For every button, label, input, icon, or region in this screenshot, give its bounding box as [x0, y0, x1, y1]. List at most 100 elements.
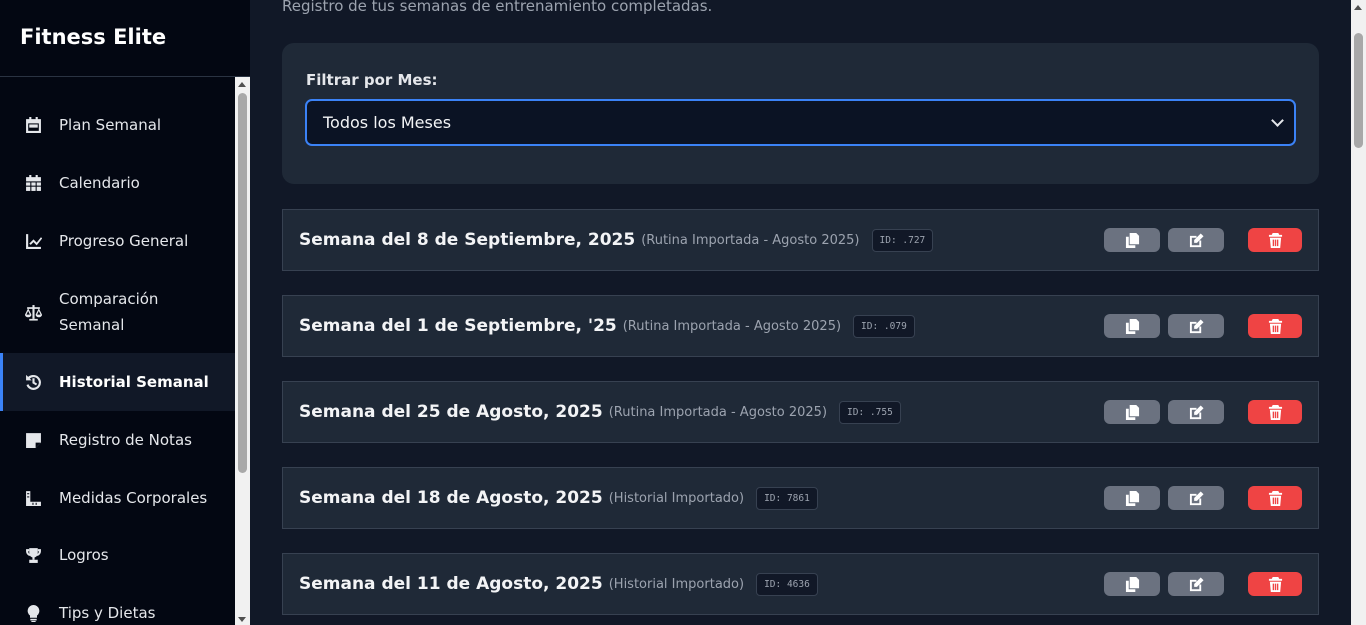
- trash-icon: [1268, 404, 1282, 420]
- sidebar-item-label: Logros: [59, 546, 109, 564]
- sidebar-item-label: Historial Semanal: [59, 373, 209, 391]
- month-filter-select[interactable]: Todos los Meses: [305, 99, 1296, 146]
- month-filter-value: Todos los Meses: [323, 113, 452, 132]
- week-actions: [1104, 228, 1302, 252]
- sidebar: Fitness Elite Plan Semanal Calendario Pr…: [0, 0, 250, 625]
- trash-icon: [1268, 490, 1282, 506]
- edit-icon: [1189, 318, 1204, 333]
- filter-label: Filtrar por Mes:: [306, 71, 438, 89]
- scroll-down-arrow-icon[interactable]: [238, 617, 246, 622]
- week-title: Semana del 25 de Agosto, 2025: [299, 402, 603, 422]
- week-id-badge: ID: .755: [839, 400, 901, 424]
- delete-button[interactable]: [1248, 314, 1302, 338]
- duplicate-button[interactable]: [1104, 228, 1160, 252]
- week-actions: [1104, 572, 1302, 596]
- sidebar-nav: Plan Semanal Calendario Progreso General…: [0, 77, 235, 625]
- delete-button[interactable]: [1248, 400, 1302, 424]
- week-source: (Rutina Importada - Agosto 2025): [608, 404, 828, 420]
- week-title: Semana del 8 de Septiembre, 2025: [299, 230, 636, 250]
- sidebar-item-label: Medidas Corporales: [59, 489, 208, 507]
- scroll-up-arrow-icon[interactable]: [1354, 5, 1362, 10]
- week-title: Semana del 18 de Agosto, 2025: [299, 488, 603, 508]
- filter-card: Filtrar por Mes: Todos los Meses: [282, 43, 1319, 184]
- sidebar-item-calendario[interactable]: Calendario: [0, 170, 235, 196]
- ruler-icon: [24, 489, 42, 507]
- week-card: Semana del 11 de Agosto, 2025 (Historial…: [282, 553, 1319, 615]
- delete-button[interactable]: [1248, 572, 1302, 596]
- edit-button[interactable]: [1168, 572, 1224, 596]
- calendar-day-icon: [24, 116, 42, 134]
- week-card: Semana del 1 de Septiembre, '25 (Rutina …: [282, 295, 1319, 357]
- main-content: Registro de tus semanas de entrenamiento…: [250, 0, 1351, 625]
- trash-icon: [1268, 318, 1282, 334]
- calendar-grid-icon: [24, 174, 42, 192]
- week-id-badge: ID: .079: [853, 314, 915, 338]
- sticky-note-icon: [24, 431, 42, 449]
- sidebar-item-label: Plan Semanal: [59, 116, 162, 134]
- sidebar-item-label: Tips y Dietas: [59, 604, 156, 622]
- page-subtitle: Registro de tus semanas de entrenamiento…: [282, 0, 713, 15]
- trash-icon: [1268, 232, 1282, 248]
- sidebar-item-tips-y-dietas[interactable]: Tips y Dietas: [0, 600, 235, 625]
- sidebar-scrollbar[interactable]: [235, 77, 250, 625]
- trophy-icon: [24, 546, 42, 564]
- edit-button[interactable]: [1168, 400, 1224, 424]
- copy-icon: [1125, 404, 1139, 420]
- sidebar-item-plan-semanal[interactable]: Plan Semanal: [0, 112, 235, 138]
- week-actions: [1104, 314, 1302, 338]
- sidebar-item-label: Calendario: [59, 174, 140, 192]
- line-chart-icon: [24, 232, 42, 250]
- sidebar-item-label: Comparación Semanal: [59, 290, 159, 334]
- duplicate-button[interactable]: [1104, 572, 1160, 596]
- sidebar-item-label: Progreso General: [59, 232, 189, 250]
- week-source: (Rutina Importada - Agosto 2025): [641, 232, 860, 248]
- chevron-down-icon: [1271, 114, 1284, 127]
- duplicate-button[interactable]: [1104, 314, 1160, 338]
- copy-icon: [1125, 318, 1139, 334]
- scroll-up-arrow-icon[interactable]: [238, 82, 246, 87]
- week-id-badge: ID: .727: [871, 228, 934, 252]
- duplicate-button[interactable]: [1104, 400, 1160, 424]
- sidebar-item-historial-semanal[interactable]: Historial Semanal: [0, 353, 235, 411]
- sidebar-item-medidas-corporales[interactable]: Medidas Corporales: [0, 485, 235, 511]
- sidebar-item-logros[interactable]: Logros: [0, 542, 235, 568]
- copy-icon: [1125, 490, 1139, 506]
- edit-icon: [1189, 232, 1204, 247]
- edit-icon: [1189, 576, 1204, 591]
- week-card: Semana del 18 de Agosto, 2025 (Historial…: [282, 467, 1319, 529]
- week-actions: [1104, 486, 1302, 510]
- week-title: Semana del 1 de Septiembre, '25: [299, 316, 617, 336]
- history-icon: [24, 373, 42, 391]
- week-source: (Rutina Importada - Agosto 2025): [622, 318, 842, 334]
- trash-icon: [1268, 576, 1282, 592]
- edit-icon: [1189, 404, 1204, 419]
- copy-icon: [1125, 232, 1139, 248]
- edit-button[interactable]: [1168, 486, 1224, 510]
- edit-button[interactable]: [1168, 314, 1224, 338]
- week-source: (Historial Importado): [608, 490, 745, 506]
- edit-icon: [1189, 490, 1204, 505]
- page-scrollbar[interactable]: [1351, 0, 1366, 625]
- scrollbar-thumb[interactable]: [1354, 33, 1363, 148]
- week-actions: [1104, 400, 1302, 424]
- duplicate-button[interactable]: [1104, 486, 1160, 510]
- scrollbar-thumb[interactable]: [238, 93, 247, 473]
- sidebar-item-comparacion-semanal[interactable]: Comparación Semanal: [0, 286, 235, 338]
- balance-scale-icon: [24, 303, 42, 321]
- sidebar-item-label: Registro de Notas: [59, 431, 192, 449]
- sidebar-item-progreso-general[interactable]: Progreso General: [0, 228, 235, 254]
- sidebar-item-registro-de-notas[interactable]: Registro de Notas: [0, 427, 235, 453]
- brand: Fitness Elite: [0, 0, 250, 77]
- week-id-badge: ID: 4636: [756, 572, 818, 596]
- copy-icon: [1125, 576, 1139, 592]
- week-source: (Historial Importado): [608, 576, 745, 592]
- delete-button[interactable]: [1248, 228, 1302, 252]
- week-card: Semana del 25 de Agosto, 2025 (Rutina Im…: [282, 381, 1319, 443]
- lightbulb-icon: [24, 604, 42, 622]
- delete-button[interactable]: [1248, 486, 1302, 510]
- week-id-badge: ID: 7861: [756, 486, 818, 510]
- edit-button[interactable]: [1168, 228, 1224, 252]
- app-title: Fitness Elite: [20, 25, 167, 49]
- week-title: Semana del 11 de Agosto, 2025: [299, 574, 603, 594]
- week-card: Semana del 8 de Septiembre, 2025 (Rutina…: [282, 209, 1319, 271]
